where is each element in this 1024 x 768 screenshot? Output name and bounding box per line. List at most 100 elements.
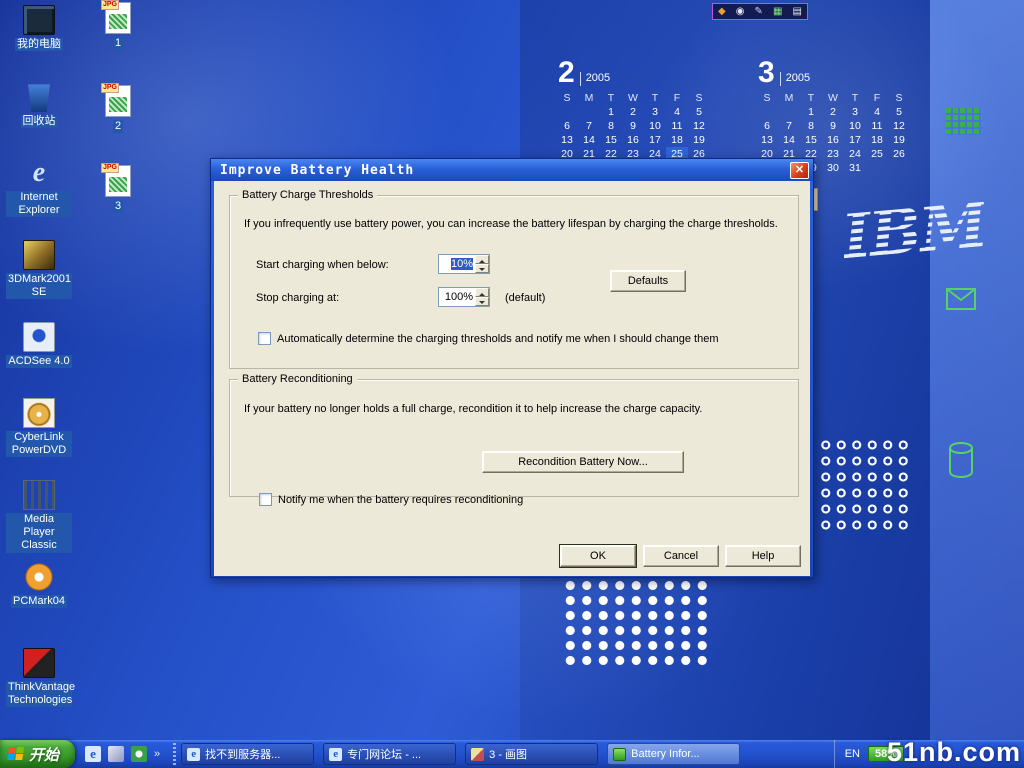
desktop-icon-acdsee[interactable]: ACDSee 4.0 [6, 322, 72, 368]
dialog-body: Battery Charge Thresholds If you infrequ… [214, 181, 810, 576]
calendar-day: 15 [600, 133, 622, 147]
desktop-icon-label: ACDSee 4.0 [6, 355, 71, 368]
cancel-button[interactable]: Cancel [643, 545, 719, 567]
ok-button[interactable]: OK [560, 545, 636, 567]
desktop-file-1[interactable]: JPG1 [90, 2, 146, 50]
battery-reconditioning-group: Battery Reconditioning [229, 379, 799, 497]
spinner-down-icon[interactable] [475, 297, 489, 306]
thinkvantage-icon [23, 648, 55, 678]
calendar-day-header: T [644, 91, 666, 105]
calendar-day: 7 [778, 119, 800, 133]
calendar-day: 11 [866, 119, 888, 133]
file-type-badge: JPG [101, 163, 119, 173]
calendar-day: 24 [844, 147, 866, 161]
start-label: 开始 [29, 744, 59, 765]
power-icon[interactable]: ◆ [718, 7, 726, 17]
calendar-day: 9 [822, 119, 844, 133]
desktop-icon-label: Internet Explorer [6, 191, 72, 217]
internet-explorer-icon: e [23, 158, 55, 188]
quicklaunch-media-player-icon[interactable] [131, 746, 147, 762]
recondition-battery-button[interactable]: Recondition Battery Now... [482, 451, 684, 473]
desktop-icon-pcmark04[interactable]: PCMark04 [6, 562, 72, 608]
desktop-file-3[interactable]: JPG3 [90, 165, 146, 213]
spinner-up-icon[interactable] [475, 255, 489, 264]
start-charging-spinner[interactable]: 10% [438, 254, 490, 274]
desktop-icon-media-player-classic[interactable]: Media Player Classic [6, 480, 72, 553]
notify-reconditioning-checkbox[interactable] [259, 493, 272, 506]
taskbar-task-ie-window-1[interactable]: e找不到服务器... [181, 743, 314, 765]
calendar-header: 32005 [758, 54, 910, 86]
calendar-day-header: T [800, 91, 822, 105]
desktop-icon-label: PCMark04 [11, 595, 67, 608]
calendar-day: 12 [688, 119, 710, 133]
calendar-day: 12 [888, 119, 910, 133]
dialog-titlebar[interactable]: Improve Battery Health ✕ [211, 159, 813, 181]
quicklaunch-internet-explorer-icon[interactable]: e [85, 746, 101, 762]
stop-charging-spinner[interactable]: 100% [438, 287, 490, 307]
calendar-day-header: T [600, 91, 622, 105]
capture-icon[interactable]: ◉ [736, 7, 745, 17]
calendar-empty-cell [556, 105, 578, 119]
desktop-icon-3dmark2001[interactable]: 3DMark2001 SE [6, 240, 72, 299]
calendar-day-header: W [622, 91, 644, 105]
calendar-day-header: T [844, 91, 866, 105]
quicklaunch-show-desktop-icon[interactable] [108, 746, 124, 762]
calendar-day: 26 [888, 147, 910, 161]
desktop-icon-powerdvd[interactable]: CyberLink PowerDVD [6, 398, 72, 457]
dots-pattern [562, 578, 712, 668]
calendar-day: 17 [844, 133, 866, 147]
task-label: 专门网论坛 - ... [347, 746, 421, 762]
calendar-2-2005: 22005SMTWTFS1234567891011121314151617181… [556, 54, 710, 175]
grid-icon[interactable]: ▦ [773, 7, 782, 17]
spinner-down-icon[interactable] [475, 264, 489, 273]
taskbar-task-battery-window[interactable]: Battery Infor... [607, 743, 740, 765]
calendar-day: 9 [622, 119, 644, 133]
desktop-icon-my-computer[interactable]: 我的电脑 [6, 5, 72, 51]
defaults-button[interactable]: Defaults [610, 270, 686, 292]
calendar-day: 3 [644, 105, 666, 119]
reconditioning-description: If your battery no longer holds a full c… [244, 403, 789, 415]
auto-thresholds-label: Automatically determine the charging thr… [277, 333, 787, 345]
desktop-file-2[interactable]: JPG2 [90, 85, 146, 133]
calendar-day: 14 [778, 133, 800, 147]
calendar-day: 10 [644, 119, 666, 133]
calendar-day: 5 [888, 105, 910, 119]
floating-toolbar[interactable]: ◆ ◉ ✎ ▦ ▤ [712, 3, 808, 20]
calendar-month: 2 [558, 59, 575, 86]
calendar-day: 31 [844, 161, 866, 175]
desktop-icon-internet-explorer[interactable]: e Internet Explorer [6, 158, 72, 217]
group-title: Battery Reconditioning [238, 373, 357, 385]
calendar-day: 2 [822, 105, 844, 119]
jpg-file-icon: JPG [105, 165, 131, 197]
desktop-icon-recycle-bin[interactable]: 回收站 [6, 82, 72, 128]
pen-icon[interactable]: ✎ [755, 7, 763, 17]
calendar-day: 4 [866, 105, 888, 119]
language-indicator[interactable]: EN [845, 748, 860, 760]
calendar-day: 4 [666, 105, 688, 119]
help-button[interactable]: Help [725, 545, 801, 567]
auto-thresholds-checkbox[interactable] [258, 332, 271, 345]
taskbar-task-ie-window-2[interactable]: e专门网论坛 - ... [323, 743, 456, 765]
spinner-up-icon[interactable] [475, 288, 489, 297]
calendar-day: 14 [578, 133, 600, 147]
calendar-day: 13 [756, 133, 778, 147]
taskbar-separator [173, 743, 176, 765]
calendar-day: 17 [644, 133, 666, 147]
calendar-3-2005: 32005SMTWTFS1234567891011121314151617181… [756, 54, 910, 175]
desktop-icon-thinkvantage[interactable]: ThinkVantage Technologies [6, 648, 72, 707]
notes-icon[interactable]: ▤ [792, 7, 801, 17]
wallpaper-band [930, 0, 1024, 768]
taskbar-task-paint-window[interactable]: 3 - 画图 [465, 743, 598, 765]
cylinder-icon [948, 442, 974, 483]
quicklaunch-overflow-icon[interactable]: » [154, 748, 160, 760]
calendar-day-header: S [888, 91, 910, 105]
close-icon[interactable]: ✕ [790, 162, 809, 179]
calendar-day-header: W [822, 91, 844, 105]
windows-logo-icon [7, 747, 25, 762]
calendar-day: 16 [822, 133, 844, 147]
calendar-day-header: F [866, 91, 888, 105]
stop-charging-label: Stop charging at: [256, 292, 339, 304]
start-button[interactable]: 开始 [0, 740, 75, 768]
calendar-day-header: S [556, 91, 578, 105]
envelope-icon [946, 288, 976, 315]
